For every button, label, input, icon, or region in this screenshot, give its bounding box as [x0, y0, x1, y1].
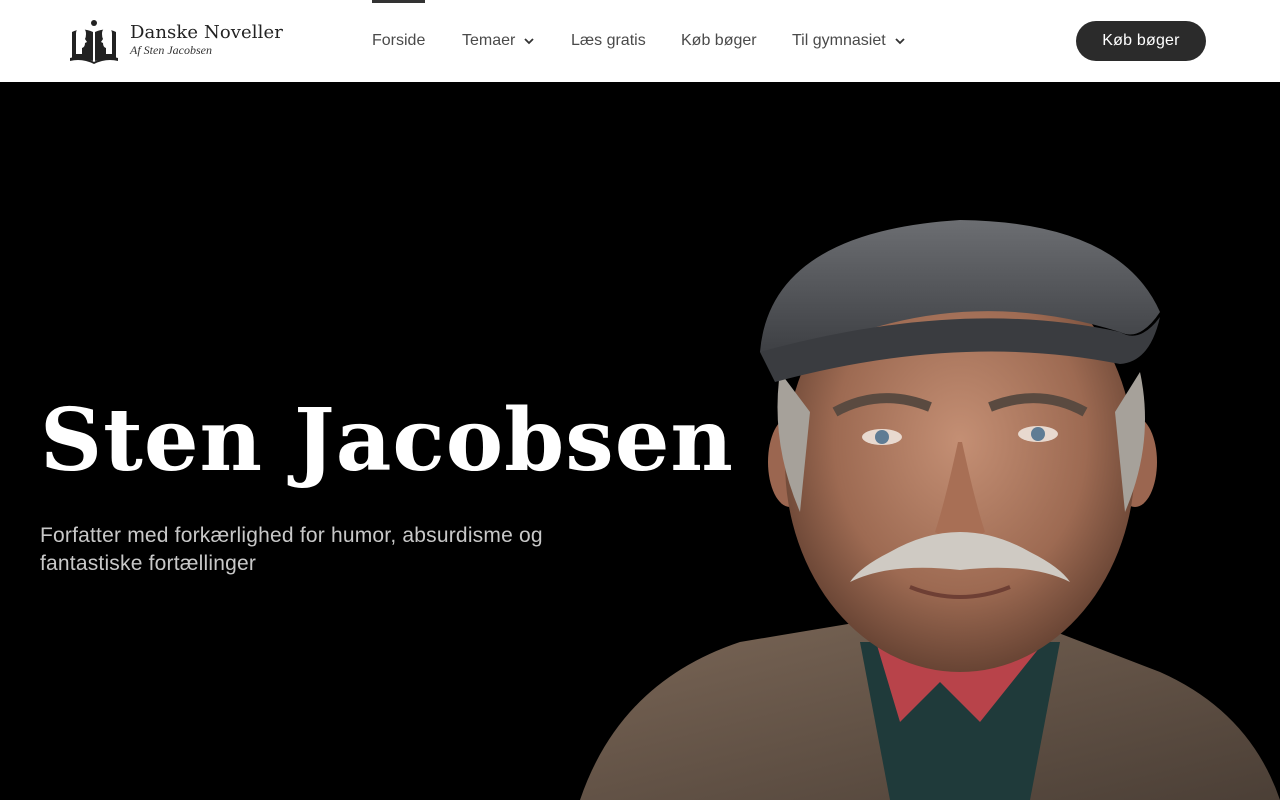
hero-subtitle: Forfatter med forkærlighed for humor, ab…	[40, 524, 543, 575]
nav-item-label: Forside	[372, 32, 426, 49]
chevron-down-icon	[524, 38, 534, 45]
hero-title: Sten Jacobsen	[40, 390, 734, 491]
site-logo[interactable]: Danske Noveller Af Sten Jacobsen	[68, 18, 283, 64]
nav-item-til-gymnasiet[interactable]: Til gymnasiet	[792, 0, 906, 82]
nav-item-label: Køb bøger	[681, 32, 757, 49]
nav-item-forside[interactable]: Forside	[372, 0, 426, 82]
buy-books-button[interactable]: Køb bøger	[1076, 21, 1206, 61]
nav-item-label: Til gymnasiet	[792, 32, 886, 49]
nav-item-label: Temaer	[462, 32, 516, 49]
brand-title: Danske Noveller	[130, 22, 283, 43]
brand-subtitle: Af Sten Jacobsen	[130, 43, 212, 57]
nav-item-label: Læs gratis	[571, 32, 646, 49]
nav-item-temaer[interactable]: Temaer	[462, 0, 535, 82]
nav-item-laes-gratis[interactable]: Læs gratis	[571, 0, 646, 82]
site-header: Danske Noveller Af Sten Jacobsen Forside…	[0, 0, 1280, 82]
hero-section: Sten Jacobsen Forfatter med forkærlighed…	[0, 82, 1280, 800]
nav-item-koeb-boeger[interactable]: Køb bøger	[681, 0, 757, 82]
chevron-down-icon	[895, 38, 905, 45]
book-silhouettes-icon	[70, 20, 118, 64]
